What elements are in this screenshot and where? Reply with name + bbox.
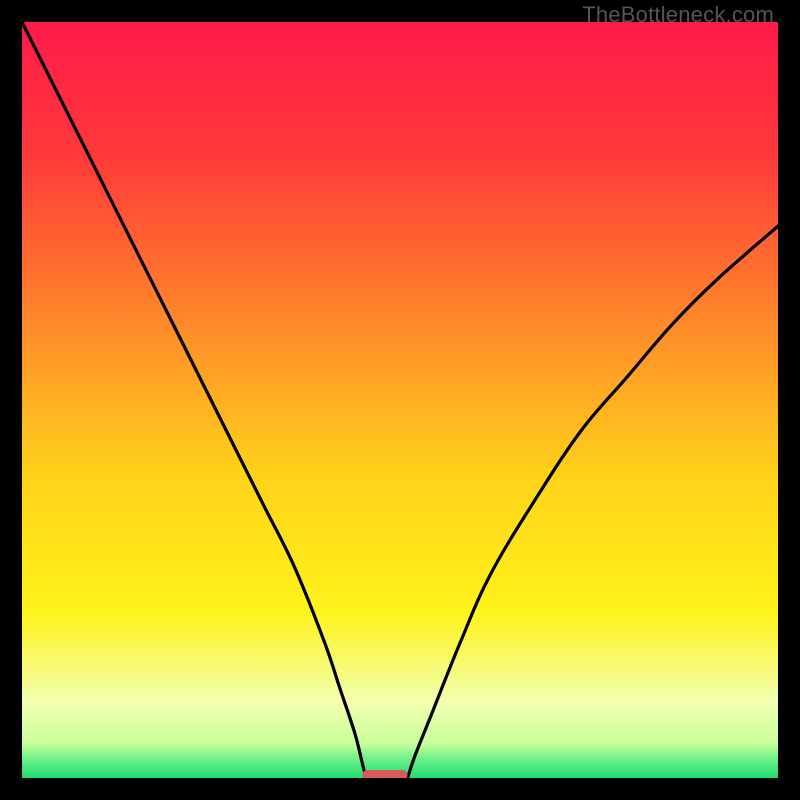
chart-background <box>22 22 778 778</box>
optimal-marker <box>362 770 407 778</box>
chart-svg <box>22 22 778 778</box>
watermark-text: TheBottleneck.com <box>582 2 774 28</box>
chart-frame <box>22 22 778 778</box>
